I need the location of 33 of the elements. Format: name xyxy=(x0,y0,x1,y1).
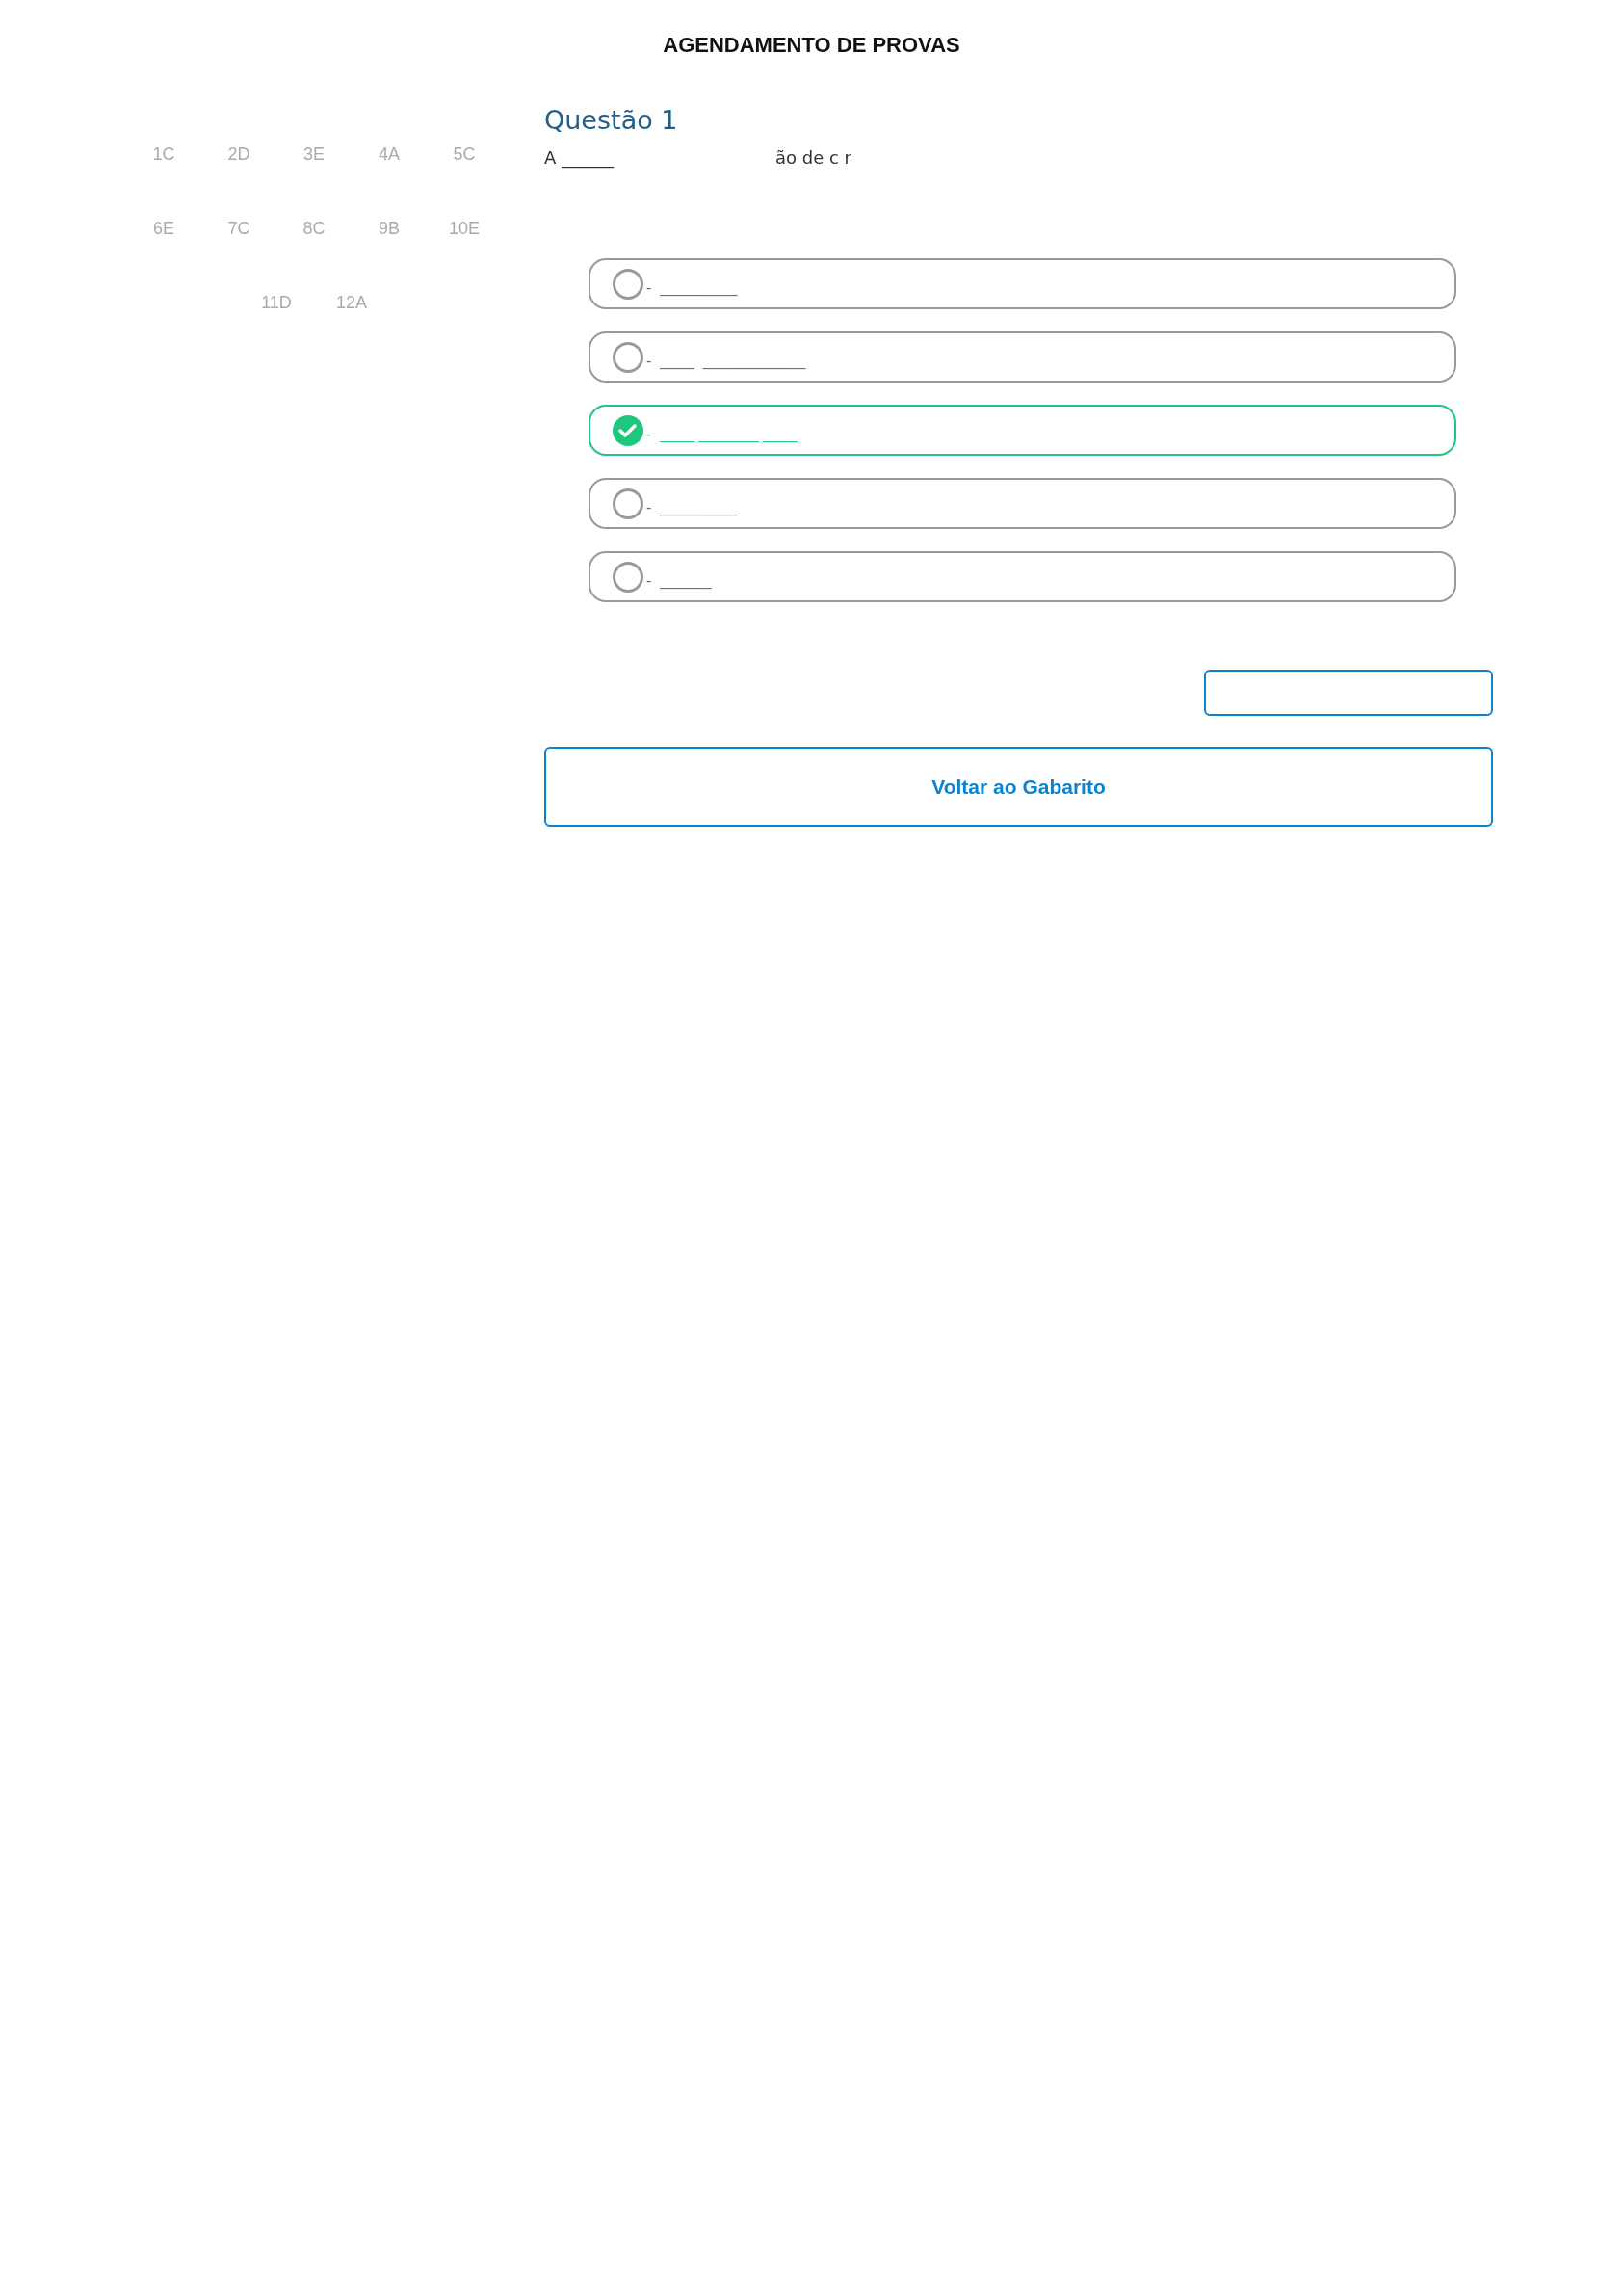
question-text: ão de c r xyxy=(775,146,851,170)
radio-icon xyxy=(612,267,644,301)
option-text: - ______ xyxy=(646,570,712,592)
answer-key-item[interactable]: 6E xyxy=(126,216,201,242)
page-title: AGENDAMENTO DE PROVAS xyxy=(663,32,960,59)
check-icon xyxy=(612,413,644,447)
question-title: Questão 1 xyxy=(544,107,679,133)
option-text: - _________ xyxy=(646,497,738,518)
option-text: - ____ ____________ xyxy=(646,351,806,372)
answer-key-item[interactable]: 12A xyxy=(314,290,389,316)
back-button[interactable]: Voltar ao Gabarito xyxy=(544,747,1493,827)
answer-key-item[interactable]: 2D xyxy=(201,142,276,168)
answer-key-item[interactable]: 7C xyxy=(201,216,276,242)
answer-option[interactable]: - ______ xyxy=(589,551,1456,602)
radio-icon xyxy=(612,487,644,520)
answer-key-item[interactable]: 4A xyxy=(352,142,427,168)
answer-key-item[interactable]: 8C xyxy=(276,216,352,242)
answer-option[interactable]: - _________ xyxy=(589,478,1456,529)
answer-key-item[interactable]: 1C xyxy=(126,142,201,168)
option-text: - ____ _______ ____ xyxy=(646,424,798,445)
radio-icon xyxy=(612,560,644,594)
blank-button[interactable] xyxy=(1204,670,1493,716)
answer-option[interactable]: - _________ xyxy=(589,258,1456,309)
answer-key-item[interactable]: 11D xyxy=(239,290,314,316)
radio-icon xyxy=(612,340,644,374)
answer-key-item[interactable]: 3E xyxy=(276,142,352,168)
answer-key-item[interactable]: 9B xyxy=(352,216,427,242)
answer-option[interactable]: - ____ _______ ____ xyxy=(589,405,1456,456)
question-text: A ______ xyxy=(544,146,615,171)
option-text: - _________ xyxy=(646,277,738,299)
answer-key-item[interactable]: 10E xyxy=(427,216,502,242)
answer-option[interactable]: - ____ ____________ xyxy=(589,331,1456,383)
answer-key-item[interactable]: 5C xyxy=(427,142,502,168)
